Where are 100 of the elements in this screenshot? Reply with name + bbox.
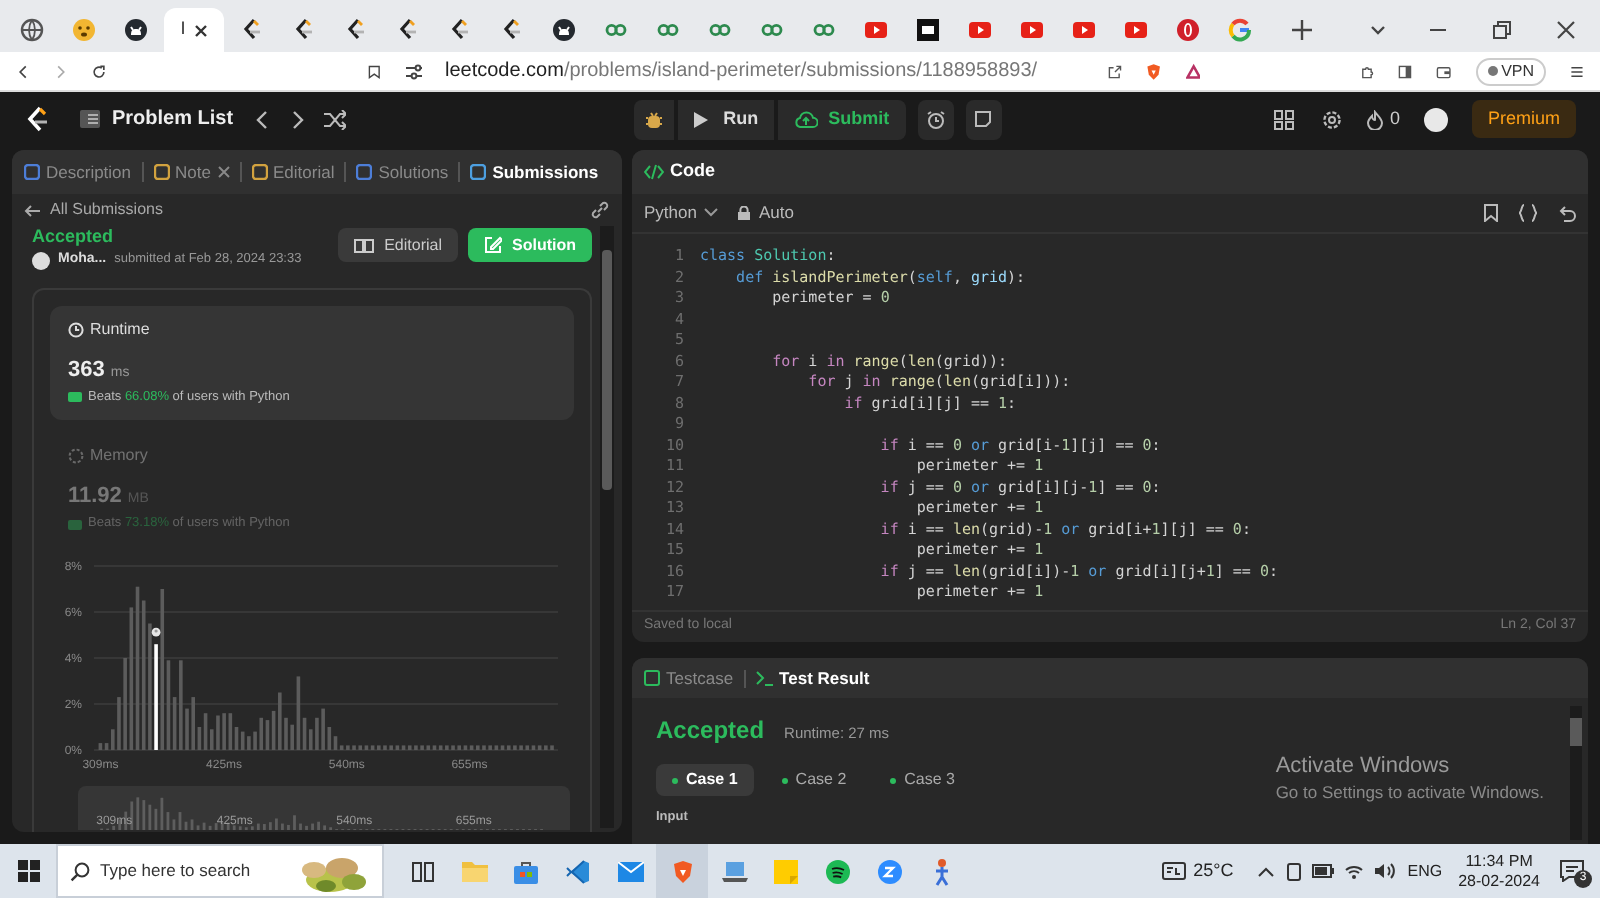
panel-tab[interactable]: Solutions — [356, 159, 449, 185]
notification-icon[interactable] — [1560, 860, 1584, 882]
chevron-up-icon[interactable] — [1257, 865, 1274, 877]
bracket-logo-icon — [344, 18, 368, 42]
list-icon — [80, 110, 100, 128]
back-icon[interactable] — [16, 61, 30, 81]
search-box[interactable]: Type here to search — [56, 844, 384, 898]
figure-icon — [932, 857, 952, 885]
panel-tab[interactable]: Note — [153, 159, 229, 185]
activation-title: Activate Windows — [1275, 754, 1452, 780]
battery-icon[interactable] — [1311, 864, 1334, 878]
laptop-icon — [721, 860, 747, 882]
clock-icon — [68, 321, 84, 337]
clock-date[interactable]: 28-02-2024 — [1458, 871, 1540, 891]
panel-tab[interactable]: Testcase — [644, 665, 734, 691]
close-icon — [217, 166, 229, 178]
new-tab-icon[interactable] — [1292, 20, 1312, 40]
panel-tab[interactable]: Test Result — [755, 665, 870, 691]
url-text: leetcode.com/problems/island-perimeter/submissions/1188958893/ — [444, 58, 1038, 86]
restore-icon[interactable] — [1492, 20, 1512, 40]
browser-tab[interactable]: I — [164, 8, 224, 52]
alarm-clock-icon[interactable] — [925, 109, 946, 129]
panel-tab[interactable]: Submissions — [470, 159, 599, 185]
activation-text: Go to Settings to activate Windows. — [1275, 780, 1544, 806]
loop-icon — [604, 18, 628, 42]
search-field[interactable]: Type here to search — [100, 858, 276, 884]
tab-glyph-icon — [356, 164, 373, 180]
play-icon — [1124, 18, 1148, 42]
run-button[interactable]: Run — [677, 99, 775, 139]
shopping-bag-icon — [514, 859, 538, 883]
clock-time[interactable]: 11:34 PM — [1465, 851, 1533, 871]
smiley-icon — [72, 18, 96, 42]
scrollbar[interactable] — [1570, 706, 1582, 840]
shuffle-icon[interactable] — [323, 109, 346, 129]
status-text: Accepted — [32, 226, 116, 246]
bracket-logo-icon — [292, 18, 316, 42]
panel-tab[interactable]: Editorial — [251, 159, 335, 185]
chevron-left-icon[interactable] — [253, 109, 270, 129]
sidebar-icon[interactable] — [1397, 61, 1412, 81]
close-icon[interactable] — [1556, 20, 1576, 40]
stat-value: 11.92 — [68, 481, 122, 512]
task-view-icon — [411, 861, 433, 881]
submit-button[interactable]: Submit — [778, 99, 906, 139]
case-tab[interactable]: Case 2 — [765, 764, 863, 796]
chevron-right-icon[interactable] — [289, 109, 306, 129]
panel-title: Code — [670, 158, 715, 185]
vpn-button[interactable]: VPN — [1475, 57, 1547, 85]
link-icon[interactable] — [590, 200, 610, 220]
braces-icon[interactable] — [1518, 204, 1538, 222]
panel-tab[interactable]: Description — [24, 159, 132, 185]
settings-icon[interactable] — [1321, 109, 1342, 129]
case-tab[interactable]: Case 1 — [656, 764, 754, 796]
bug-icon[interactable] — [643, 109, 664, 129]
layout-grid-icon[interactable] — [1273, 109, 1294, 129]
bracket-logo-icon — [500, 18, 524, 42]
bookmark-icon[interactable] — [368, 61, 381, 81]
temperature-text: 25°C — [1193, 857, 1234, 884]
edit-icon — [484, 236, 502, 254]
share-icon[interactable] — [1107, 61, 1122, 81]
video-badge-icon — [878, 859, 902, 883]
tab-title: I — [180, 16, 186, 43]
tab-glyph-icon — [470, 164, 487, 180]
puzzle-icon[interactable] — [1359, 61, 1374, 81]
square-logo-icon — [916, 18, 940, 42]
bracket-logo-icon[interactable] — [24, 105, 48, 133]
tab-glyph-icon — [251, 164, 267, 180]
note-icon[interactable] — [974, 110, 993, 128]
avatar-icon — [32, 251, 50, 270]
chevron-down-icon[interactable] — [1368, 20, 1388, 40]
language-indicator[interactable]: ENG — [1407, 859, 1443, 883]
case-tab[interactable]: Case 3 — [874, 764, 972, 796]
reload-icon[interactable] — [91, 61, 106, 81]
lion-shield-icon[interactable] — [1145, 59, 1162, 83]
folder-icon — [461, 860, 487, 882]
dot-icon — [1487, 66, 1498, 76]
problem-list-button[interactable]: Problem List — [80, 104, 234, 134]
editorial-button[interactable]: Editorial — [338, 228, 458, 262]
play-icon — [1020, 18, 1044, 42]
lion-shield-icon — [671, 859, 693, 883]
language-dropdown[interactable]: Python — [644, 200, 719, 226]
speaker-icon[interactable] — [1373, 862, 1396, 880]
play-icon — [693, 111, 708, 127]
code-icon — [644, 164, 664, 180]
tray-device-icon[interactable] — [1285, 861, 1302, 881]
envelope-icon — [617, 861, 643, 881]
menu-icon[interactable] — [1570, 61, 1585, 81]
undo-icon[interactable] — [1558, 204, 1576, 222]
bookmark-icon[interactable] — [1484, 204, 1498, 222]
wifi-icon[interactable] — [1343, 862, 1364, 880]
mode-label: Auto — [758, 200, 794, 226]
bracket-logo-icon — [396, 18, 420, 42]
wallet-icon[interactable] — [1435, 61, 1452, 81]
address-field[interactable]: leetcode.com/problems/island-perimeter/submissions/1188958893/ — [404, 55, 1060, 87]
premium-button[interactable]: Premium — [1471, 100, 1576, 138]
stat-title: Runtime — [90, 317, 150, 341]
avatar-icon[interactable] — [1423, 107, 1448, 131]
scrollbar[interactable] — [600, 226, 614, 828]
terminal-icon — [755, 670, 774, 686]
all-submissions-link[interactable]: All Submissions — [24, 198, 163, 222]
triangle-icon[interactable] — [1185, 61, 1201, 81]
